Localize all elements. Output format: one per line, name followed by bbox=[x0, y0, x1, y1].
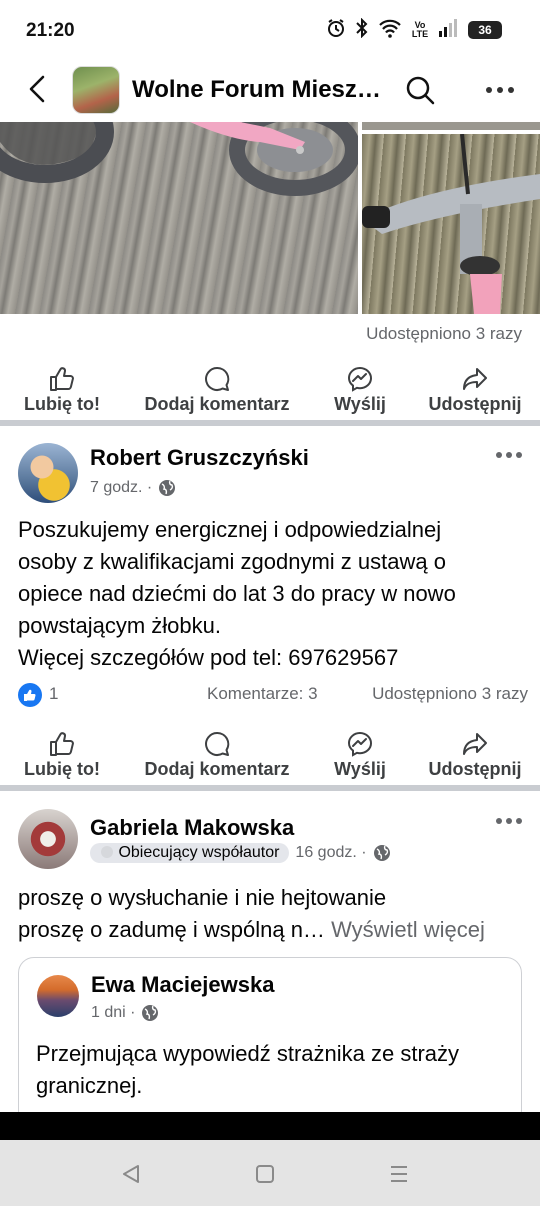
reaction-summary: 1 Komentarze: 3 Udostępniono 3 razy bbox=[18, 683, 528, 707]
video-strip bbox=[0, 1112, 540, 1140]
messenger-icon bbox=[347, 366, 373, 392]
share-button[interactable]: Udostępnij bbox=[410, 727, 540, 785]
send-label: Wyślij bbox=[334, 759, 386, 779]
battery-icon: 36 bbox=[468, 20, 502, 39]
post-text: proszę o wysłuchanie i nie hejtowanie pr… bbox=[18, 882, 533, 946]
post-text-truncated: proszę o zadumę i wspólną n… bbox=[18, 917, 325, 942]
send-label: Wyślij bbox=[334, 394, 386, 414]
post-text-line[interactable]: Więcej szczegółów pod tel: 697629567 bbox=[18, 642, 528, 674]
chevron-left-icon bbox=[29, 75, 45, 103]
post-options-button[interactable] bbox=[494, 445, 524, 465]
like-reaction-icon[interactable] bbox=[18, 683, 42, 707]
contributor-badge[interactable]: Obiecujący współautor bbox=[90, 843, 290, 863]
group-header: Wolne Forum Miesz… bbox=[0, 60, 540, 122]
like-button[interactable]: Lubię to! bbox=[0, 727, 124, 785]
send-button[interactable]: Wyślij bbox=[310, 727, 410, 785]
share-arrow-icon bbox=[463, 733, 487, 755]
post-text-line: powstającym żłobku. bbox=[18, 613, 221, 638]
post-photos bbox=[0, 122, 540, 314]
avatar[interactable] bbox=[18, 809, 78, 869]
more-horizontal-icon bbox=[496, 452, 522, 458]
comment-icon bbox=[205, 366, 230, 391]
shared-post-meta: 1 dni · bbox=[91, 1004, 159, 1022]
share-label: Udostępnij bbox=[428, 759, 522, 779]
thumbs-up-icon bbox=[50, 367, 74, 391]
status-bar: 21:20 Vo LTE 36 bbox=[0, 0, 540, 60]
see-more-link[interactable]: Wyświetl więcej bbox=[331, 917, 485, 942]
send-button[interactable]: Wyślij bbox=[310, 362, 410, 420]
globe-icon bbox=[373, 845, 390, 861]
more-options-button[interactable] bbox=[480, 72, 520, 108]
post-text-line: osoby z kwalifikacjami zgodnymi z ustawą… bbox=[18, 549, 446, 574]
comment-label: Dodaj komentarz bbox=[144, 394, 290, 414]
group-thumbnail[interactable] bbox=[72, 66, 120, 114]
post-text-line: opiece nad dziećmi do lat 3 do pracy w n… bbox=[18, 581, 456, 606]
search-icon bbox=[406, 76, 435, 105]
reaction-count[interactable]: 1 bbox=[49, 684, 58, 704]
nav-recents-button[interactable] bbox=[384, 1160, 414, 1188]
thumbs-up-icon bbox=[50, 732, 74, 756]
share-arrow-icon bbox=[463, 368, 487, 390]
signal-icon bbox=[438, 19, 460, 40]
avatar[interactable] bbox=[37, 975, 79, 1017]
post-meta: 7 godz. · bbox=[90, 479, 176, 497]
more-horizontal-icon bbox=[496, 818, 522, 824]
shared-post-card[interactable]: Ewa Maciejewska 1 dni · Przejmująca wypo… bbox=[18, 957, 522, 1127]
back-button[interactable] bbox=[20, 72, 54, 106]
post-text-line: Poszukujemy energicznej i odpowiedzialne… bbox=[18, 517, 442, 542]
post-time[interactable]: 7 godz. · bbox=[90, 479, 152, 497]
globe-icon bbox=[159, 480, 176, 496]
status-icons: Vo LTE 36 bbox=[326, 17, 502, 41]
comment-icon bbox=[205, 731, 230, 756]
share-count[interactable]: Udostępniono 3 razy bbox=[366, 324, 522, 344]
group-title[interactable]: Wolne Forum Miesz… bbox=[132, 76, 382, 104]
alarm-icon bbox=[326, 18, 346, 41]
like-label: Lubię to! bbox=[24, 394, 100, 414]
bluetooth-icon bbox=[354, 17, 370, 41]
post-photo[interactable] bbox=[362, 122, 540, 130]
like-label: Lubię to! bbox=[24, 759, 100, 779]
volte-indicator: Vo LTE bbox=[411, 19, 429, 39]
post-actions: Lubię to! Dodaj komentarz Wyślij Udostęp… bbox=[0, 727, 540, 785]
share-button[interactable]: Udostępnij bbox=[410, 362, 540, 420]
post-text-line: proszę o zadumę i wspólną n… Wyświetl wi… bbox=[18, 914, 533, 946]
share-label: Udostępnij bbox=[428, 394, 522, 414]
post-options-button[interactable] bbox=[494, 811, 524, 831]
post-divider bbox=[0, 785, 540, 791]
comment-button[interactable]: Dodaj komentarz bbox=[124, 362, 310, 420]
nav-back-button[interactable] bbox=[116, 1160, 146, 1188]
contributor-badge-label: Obiecujący współautor bbox=[118, 844, 280, 861]
like-button[interactable]: Lubię to! bbox=[0, 362, 124, 420]
triangle-back-icon bbox=[123, 1165, 139, 1183]
search-button[interactable] bbox=[402, 72, 438, 108]
post-actions: Lubię to! Dodaj komentarz Wyślij Udostęp… bbox=[0, 362, 540, 420]
post-photo[interactable] bbox=[362, 134, 540, 314]
shared-post-time[interactable]: 1 dni · bbox=[91, 1004, 135, 1022]
globe-icon bbox=[142, 1005, 159, 1021]
post-divider bbox=[0, 420, 540, 426]
menu-lines-icon bbox=[391, 1166, 407, 1182]
post-meta: Obiecujący współautor 16 godz. · bbox=[90, 843, 391, 863]
post-author[interactable]: Robert Gruszczyński bbox=[90, 445, 309, 471]
post-text: Poszukujemy energicznej i odpowiedzialne… bbox=[18, 514, 528, 674]
wifi-icon bbox=[378, 18, 402, 41]
avatar[interactable] bbox=[18, 443, 78, 503]
comment-button[interactable]: Dodaj komentarz bbox=[124, 727, 310, 785]
shared-post-text: Przejmująca wypowiedź strażnika ze straż… bbox=[36, 1041, 460, 1098]
post-photo[interactable] bbox=[0, 122, 358, 314]
nav-home-button[interactable] bbox=[250, 1160, 280, 1188]
system-nav-bar bbox=[0, 1140, 540, 1206]
badge-icon bbox=[101, 846, 113, 858]
square-home-icon bbox=[256, 1165, 274, 1183]
comment-label: Dodaj komentarz bbox=[144, 759, 290, 779]
messenger-icon bbox=[347, 731, 373, 757]
more-horizontal-icon bbox=[486, 87, 514, 93]
post-time[interactable]: 16 godz. · bbox=[295, 844, 366, 862]
post-text-line: proszę o wysłuchanie i nie hejtowanie bbox=[18, 885, 387, 910]
status-time: 21:20 bbox=[26, 20, 75, 41]
post-author[interactable]: Gabriela Makowska bbox=[90, 815, 294, 841]
shared-post-author[interactable]: Ewa Maciejewska bbox=[91, 972, 274, 998]
comment-count[interactable]: Komentarze: 3 bbox=[207, 684, 318, 704]
share-count[interactable]: Udostępniono 3 razy bbox=[372, 684, 528, 704]
